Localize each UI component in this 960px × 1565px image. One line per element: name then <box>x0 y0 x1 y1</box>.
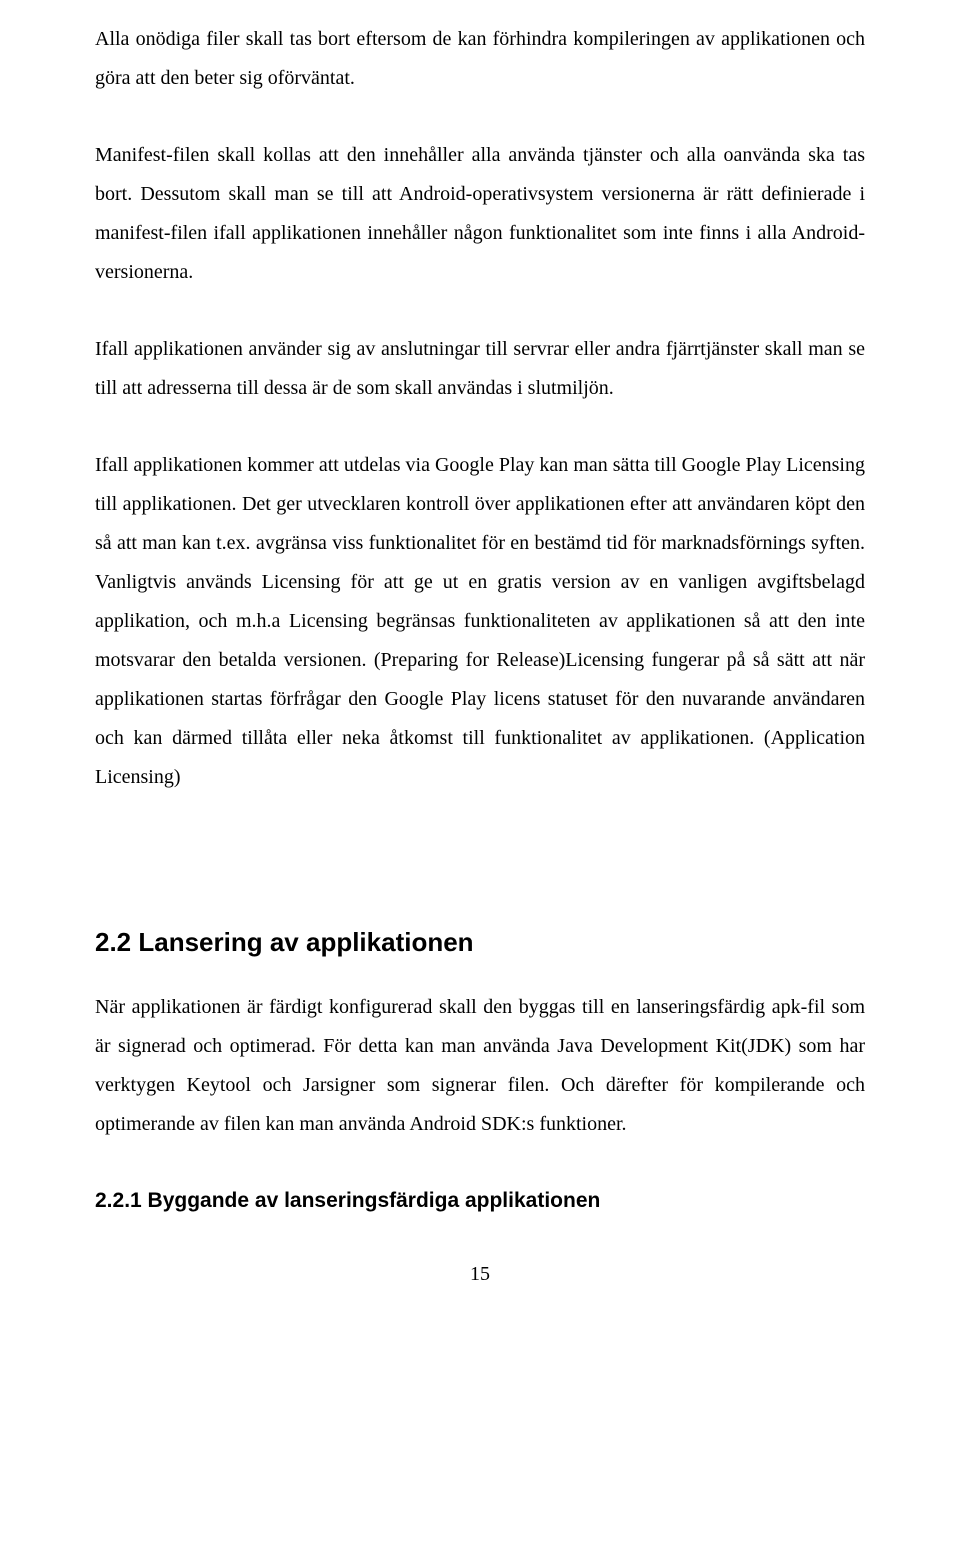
heading-section-2-2: 2.2 Lansering av applikationen <box>95 927 865 958</box>
body-paragraph: Ifall applikationen använder sig av ansl… <box>95 330 865 408</box>
body-paragraph: Alla onödiga filer skall tas bort efters… <box>95 20 865 98</box>
document-page: Alla onödiga filer skall tas bort efters… <box>0 0 960 1326</box>
heading-section-2-2-1: 2.2.1 Byggande av lanseringsfärdiga appl… <box>95 1189 865 1213</box>
page-number: 15 <box>95 1263 865 1286</box>
body-paragraph: När applikationen är färdigt konfigurera… <box>95 988 865 1144</box>
body-paragraph: Ifall applikationen kommer att utdelas v… <box>95 446 865 797</box>
body-paragraph: Manifest-filen skall kollas att den inne… <box>95 136 865 292</box>
